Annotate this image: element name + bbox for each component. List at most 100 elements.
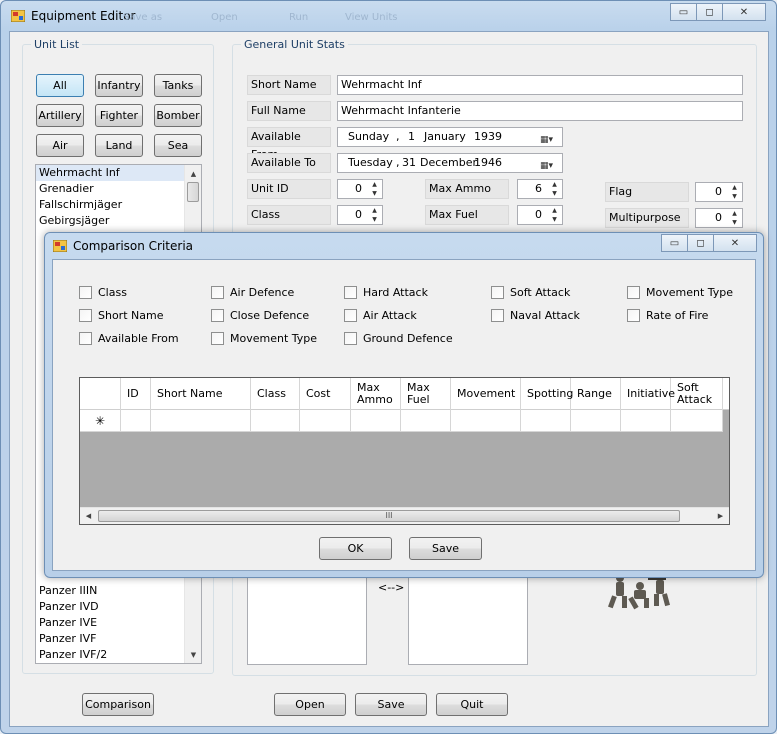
dialog-close-button[interactable]: ✕: [713, 234, 757, 252]
spinner-arrows-icon[interactable]: ▲ ▼: [367, 206, 382, 224]
checkbox-box[interactable]: [79, 309, 92, 322]
dialog-save-button[interactable]: Save: [409, 537, 482, 560]
checkbox-soft-attack[interactable]: Soft Attack: [491, 286, 570, 299]
column-header[interactable]: Movement: [451, 378, 521, 410]
filter-all-button[interactable]: All: [36, 74, 84, 97]
grid-cell[interactable]: [351, 410, 401, 432]
checkbox-box[interactable]: [211, 309, 224, 322]
table-row[interactable]: ✳: [80, 410, 723, 432]
checkbox-box[interactable]: [627, 286, 640, 299]
list-item[interactable]: Panzer IVF/2: [36, 647, 186, 663]
full-name-input[interactable]: Wehrmacht Infanterie: [337, 101, 743, 121]
list-item[interactable]: Grenadier: [36, 181, 201, 197]
checkbox-naval-attack[interactable]: Naval Attack: [491, 309, 580, 322]
checkbox-short-name[interactable]: Short Name: [79, 309, 163, 322]
column-header[interactable]: ID: [121, 378, 151, 410]
checkbox-box[interactable]: [344, 332, 357, 345]
scroll-down-icon[interactable]: ▼: [185, 646, 201, 663]
checkbox-hard-attack[interactable]: Hard Attack: [344, 286, 428, 299]
column-header[interactable]: Max Fuel: [401, 378, 451, 410]
list-item[interactable]: Wehrmacht Inf: [36, 165, 201, 181]
grid-horizontal-scrollbar[interactable]: ◀ III ▶: [80, 507, 729, 524]
checkbox-ground-defence[interactable]: Ground Defence: [344, 332, 453, 345]
dialog-maximize-button[interactable]: ◻: [687, 234, 714, 252]
filter-tanks-button[interactable]: Tanks: [154, 74, 202, 97]
column-header[interactable]: Range: [571, 378, 621, 410]
filter-land-button[interactable]: Land: [95, 134, 143, 157]
spinner-arrows-icon[interactable]: ▲ ▼: [547, 206, 562, 224]
available-to-datepicker[interactable]: Tuesday , 31 December 1946 ▦▾: [337, 153, 563, 173]
quit-button[interactable]: Quit: [436, 693, 508, 716]
column-header[interactable]: Short Name: [151, 378, 251, 410]
filter-artillery-button[interactable]: Artillery: [36, 104, 84, 127]
column-header[interactable]: Class: [251, 378, 300, 410]
maximize-button[interactable]: ◻: [696, 3, 723, 21]
class-spinner[interactable]: 0 ▲ ▼: [337, 205, 383, 225]
column-header[interactable]: Spotting: [521, 378, 573, 410]
column-header[interactable]: Max Ammo: [351, 378, 401, 410]
filter-fighter-button[interactable]: Fighter: [95, 104, 143, 127]
checkbox-box[interactable]: [344, 286, 357, 299]
filter-sea-button[interactable]: Sea: [154, 134, 202, 157]
comparison-button[interactable]: Comparison: [82, 693, 154, 716]
grid-cell[interactable]: [300, 410, 351, 432]
list-item[interactable]: Panzer IIIN: [36, 583, 186, 599]
checkbox-rate-of-fire[interactable]: Rate of Fire: [627, 309, 708, 322]
right-weapon-list[interactable]: [408, 573, 528, 665]
checkbox-box[interactable]: [344, 309, 357, 322]
grid-cell[interactable]: [401, 410, 451, 432]
scroll-up-icon[interactable]: ▲: [185, 165, 201, 182]
list-item[interactable]: Panzer IVE: [36, 615, 186, 631]
swap-arrow[interactable]: <-->: [378, 581, 404, 594]
grid-cell[interactable]: [671, 410, 723, 432]
filter-air-button[interactable]: Air: [36, 134, 84, 157]
list-item[interactable]: Gebirgsjäger: [36, 213, 201, 229]
checkbox-box[interactable]: [79, 286, 92, 299]
scroll-thumb[interactable]: [187, 182, 199, 202]
unit-id-spinner[interactable]: 0 ▲ ▼: [337, 179, 383, 199]
grid-cell[interactable]: [521, 410, 571, 432]
multipurpose-spinner[interactable]: 0 ▲ ▼: [695, 208, 743, 228]
column-header[interactable]: Soft Attack: [671, 378, 723, 410]
max-fuel-spinner[interactable]: 0 ▲ ▼: [517, 205, 563, 225]
checkbox-box[interactable]: [491, 309, 504, 322]
checkbox-box[interactable]: [79, 332, 92, 345]
close-button[interactable]: ✕: [722, 3, 766, 21]
calendar-dropdown-icon[interactable]: ▦▾: [540, 157, 558, 171]
ok-button[interactable]: OK: [319, 537, 392, 560]
spinner-arrows-icon[interactable]: ▲ ▼: [367, 180, 382, 198]
checkbox-box[interactable]: [211, 332, 224, 345]
checkbox-class[interactable]: Class: [79, 286, 127, 299]
left-weapon-list[interactable]: [247, 573, 367, 665]
list-item[interactable]: Panzer IVD: [36, 599, 186, 615]
short-name-input[interactable]: Wehrmacht Inf: [337, 75, 743, 95]
grid-cell[interactable]: [451, 410, 521, 432]
available-from-datepicker[interactable]: Sunday , 1 January 1939 ▦▾: [337, 127, 563, 147]
spinner-arrows-icon[interactable]: ▲ ▼: [727, 209, 742, 227]
list-item[interactable]: Fallschirmjäger: [36, 197, 201, 213]
grid-cell[interactable]: [571, 410, 621, 432]
scroll-right-icon[interactable]: ▶: [712, 508, 729, 524]
checkbox-available-from[interactable]: Available From: [79, 332, 179, 345]
column-header[interactable]: Cost: [300, 378, 351, 410]
checkbox-movement-type-2[interactable]: Movement Type: [627, 286, 733, 299]
grid-cell[interactable]: [621, 410, 671, 432]
grid-cell[interactable]: [251, 410, 300, 432]
filter-infantry-button[interactable]: Infantry: [95, 74, 143, 97]
flag-spinner[interactable]: 0 ▲ ▼: [695, 182, 743, 202]
grid-cell[interactable]: [151, 410, 251, 432]
checkbox-box[interactable]: [627, 309, 640, 322]
checkbox-air-attack[interactable]: Air Attack: [344, 309, 417, 322]
spinner-arrows-icon[interactable]: ▲ ▼: [547, 180, 562, 198]
checkbox-box[interactable]: [491, 286, 504, 299]
open-button[interactable]: Open: [274, 693, 346, 716]
filter-bomber-button[interactable]: Bomber: [154, 104, 202, 127]
checkbox-movement-type[interactable]: Movement Type: [211, 332, 317, 345]
save-button[interactable]: Save: [355, 693, 427, 716]
max-ammo-spinner[interactable]: 6 ▲ ▼: [517, 179, 563, 199]
column-header[interactable]: Initiative: [621, 378, 675, 410]
scroll-left-icon[interactable]: ◀: [80, 508, 97, 524]
spinner-arrows-icon[interactable]: ▲ ▼: [727, 183, 742, 201]
checkbox-air-defence[interactable]: Air Defence: [211, 286, 294, 299]
grid-cell[interactable]: [121, 410, 151, 432]
